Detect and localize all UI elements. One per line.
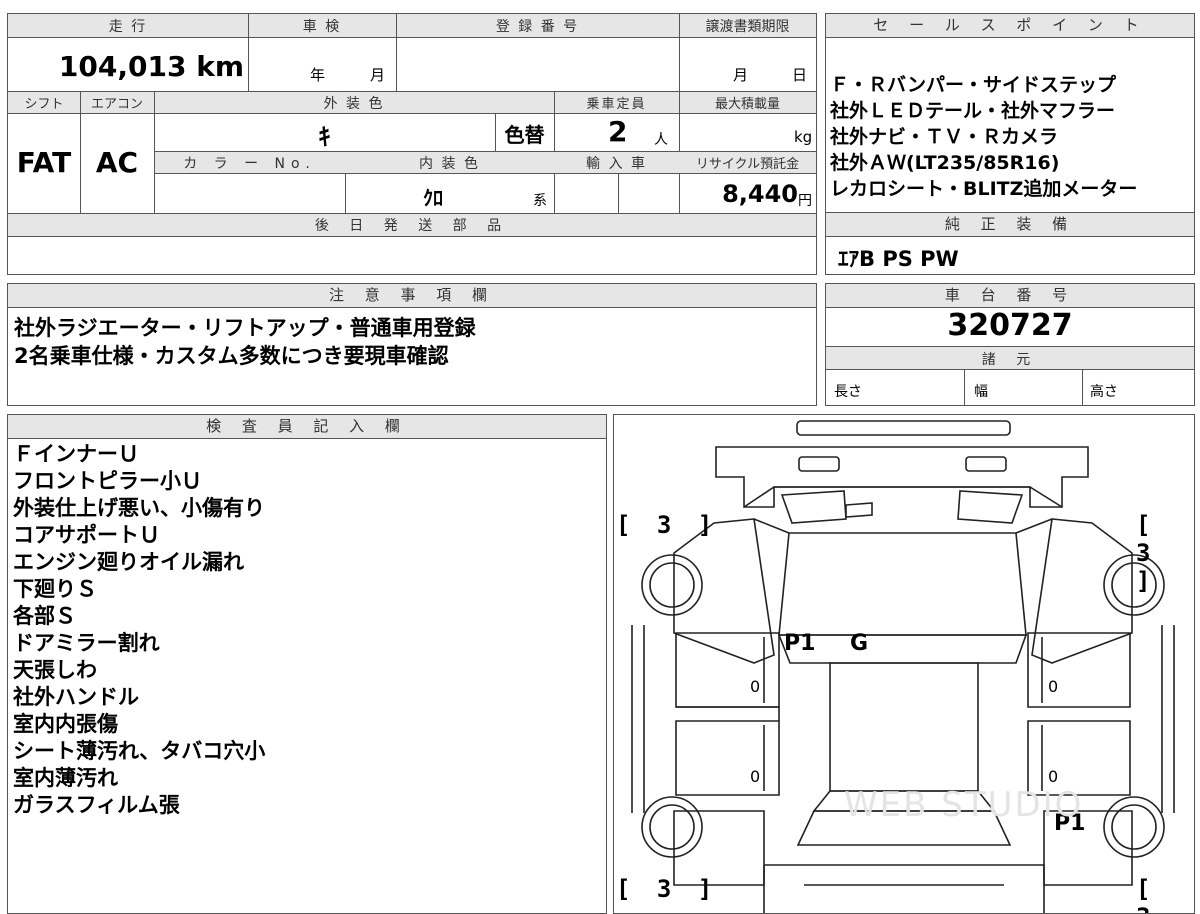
inspector-line: ガラスフィルム張 [13, 793, 180, 817]
tire-front-left-rating: [ 3 ] [616, 511, 719, 539]
deadline-month: 月 [733, 66, 749, 84]
sales-point-line: 社外ナビ・ＴＶ・Ｒカメラ [830, 126, 1059, 148]
color-no-label: カ ラ ー No. [183, 156, 316, 172]
door-left-front-mark: 0 [750, 677, 761, 696]
inspector-line: 社外ハンドル [13, 685, 139, 709]
inspector-line: 下廻りＳ [13, 577, 97, 601]
chassis-box: 車 台 番 号 320727 諸 元 長さ 幅 高さ [825, 283, 1195, 406]
vehicle-outline-drawing [631, 420, 1175, 913]
note-line: 社外ラジエーター・リフトアップ・普通車用登録 [14, 316, 476, 340]
inspector-line: 外装仕上げ悪い、小傷有り [13, 496, 265, 520]
genuine-equipment-box: 純 正 装 備 ｴｱB PS PW [825, 212, 1195, 275]
inspector-line: フロントピラー小Ｕ [13, 469, 202, 493]
genuine-equipment-value: ｴｱB PS PW [838, 247, 959, 271]
spec-width: 幅 [974, 384, 988, 400]
inspector-list: ＦインナーＵ フロントピラー小Ｕ 外装仕上げ悪い、小傷有り コアサポートＵ エン… [13, 441, 265, 819]
tire-rear-left-rating: [ 3 ] [616, 875, 719, 903]
door-right-rear-mark: 0 [1048, 767, 1059, 786]
import-label: 輸 入 車 [586, 156, 647, 172]
shift-label: シフト [24, 97, 64, 112]
mark-glass: G [850, 631, 869, 656]
exterior-color-value: ｷ [318, 123, 331, 151]
vehicle-info-grid: 走 行 車 検 登 録 番 号 譲渡書類期限 104,013 km 年 月 月 … [7, 13, 817, 275]
inspector-line: 各部Ｓ [13, 604, 76, 628]
deadline-label: 譲渡書類期限 [705, 19, 790, 35]
max-load-unit: kg [794, 128, 813, 146]
registration-label: 登 録 番 号 [495, 19, 580, 35]
inspection-label: 車 検 [302, 19, 342, 35]
spec-length: 長さ [834, 384, 862, 400]
inspector-line: 天張しわ [13, 658, 97, 682]
inspector-line: シート薄汚れ、タバコ穴小 [13, 739, 266, 763]
sales-point-line: レカロシート・BLITZ追加メーター [830, 178, 1138, 200]
notes-label: 注 意 事 項 欄 [8, 284, 816, 308]
exterior-color-label: 外 装 色 [323, 96, 385, 112]
inspector-line: ＦインナーＵ [13, 442, 139, 466]
capacity-label: 乗車定員 [586, 97, 647, 112]
ac-value: AC [95, 146, 139, 179]
sales-points-list: Ｆ・Ｒバンパー・サイドステップ 社外ＬＥＤテール・社外マフラー 社外ナビ・ＴＶ・… [830, 72, 1137, 202]
inspector-box: 検 査 員 記 入 欄 ＦインナーＵ フロントピラー小Ｕ 外装仕上げ悪い、小傷有… [7, 414, 607, 914]
inspector-line: 室内薄汚れ [13, 766, 118, 790]
mileage-value: 104,013 km [58, 50, 244, 83]
recycle-amount: 8,440 [722, 180, 798, 208]
sales-points-label: セ ー ル ス ポ イ ン ト [826, 14, 1194, 38]
chassis-number: 320727 [947, 308, 1073, 343]
interior-color-value: ｸﾛ [423, 186, 443, 210]
capacity-value: 2 [608, 115, 628, 148]
sales-point-line: Ｆ・Ｒバンパー・サイドステップ [830, 74, 1116, 96]
door-right-front-mark: 0 [1048, 677, 1059, 696]
tire-rear-right-rating: [ 3 ] [1136, 875, 1157, 913]
mileage-label: 走 行 [108, 19, 148, 35]
spec-height: 高さ [1090, 384, 1118, 400]
max-load-label: 最大積載量 [714, 97, 780, 112]
interior-color-label: 内 装 色 [419, 156, 480, 172]
inspector-label: 検 査 員 記 入 欄 [8, 415, 606, 439]
capacity-unit: 人 [654, 132, 668, 148]
watermark: WEB STUDIO [844, 785, 1084, 825]
vehicle-diagram: [ 3 ] [ 3 ] [ 3 ] [ 3 ] P1 G P1 0 0 0 0 … [613, 414, 1195, 914]
genuine-equipment-label: 純 正 装 備 [826, 213, 1194, 237]
notes-list: 社外ラジエーター・リフトアップ・普通車用登録 2名乗車仕様・カスタム多数につき要… [14, 314, 476, 370]
inspection-year: 年 [310, 66, 326, 84]
color-change: 色替 [504, 123, 545, 147]
sales-points-box: セ ー ル ス ポ イ ン ト Ｆ・Ｒバンパー・サイドステップ 社外ＬＥＤテール… [825, 13, 1195, 213]
door-left-rear-mark: 0 [750, 767, 761, 786]
note-line: 2名乗車仕様・カスタム多数につき要現車確認 [14, 344, 449, 368]
recycle-unit: 円 [798, 193, 812, 209]
interior-color-suffix: 系 [533, 193, 547, 209]
inspector-line: コアサポートＵ [13, 523, 160, 547]
tire-front-right-rating: [ 3 ] [1136, 511, 1157, 595]
inspection-month: 月 [370, 66, 386, 84]
inspector-line: ドアミラー割れ [13, 631, 160, 655]
deadline-day: 日 [792, 66, 808, 84]
inspector-line: 室内内張傷 [13, 712, 118, 736]
specs-label: 諸 元 [981, 352, 1039, 368]
chassis-label: 車 台 番 号 [826, 284, 1194, 308]
sales-point-line: 社外ＡＷ(LT235/85R16) [830, 152, 1060, 174]
later-parts-label: 後 日 発 送 部 品 [314, 218, 510, 234]
recycle-label: リサイクル預託金 [695, 157, 800, 172]
notes-box: 注 意 事 項 欄 社外ラジエーター・リフトアップ・普通車用登録 2名乗車仕様・… [7, 283, 817, 406]
inspector-line: エンジン廻りオイル漏れ [13, 550, 244, 574]
shift-value: FAT [16, 146, 72, 179]
mark-pillar: P1 [784, 631, 816, 656]
ac-label: エアコン [90, 97, 143, 112]
sales-point-line: 社外ＬＥＤテール・社外マフラー [830, 100, 1116, 122]
